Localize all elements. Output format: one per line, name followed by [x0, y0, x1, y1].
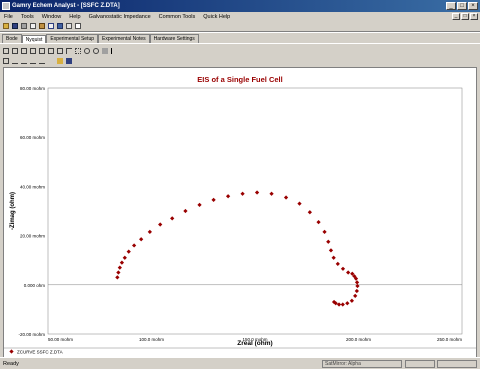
- menu-help[interactable]: Help: [65, 14, 84, 20]
- status-cell: [437, 360, 477, 368]
- zoom-icon[interactable]: [83, 47, 91, 55]
- print-plot-icon[interactable]: [101, 47, 109, 55]
- menu-window[interactable]: Window: [38, 14, 66, 20]
- legend-label: ZCURVE SSFC Z.DTA: [17, 350, 63, 355]
- curve-icon[interactable]: [29, 57, 37, 65]
- menu-tools[interactable]: Tools: [17, 14, 38, 20]
- main-toolbar: [0, 21, 480, 32]
- open-icon[interactable]: [2, 22, 10, 30]
- y-tick-label: 60.00 mohm: [20, 135, 45, 140]
- doc-restore-button[interactable]: □: [461, 13, 469, 20]
- plot-toolbar-1: [2, 46, 118, 55]
- y-tick-label: -20.00 mohm: [18, 332, 45, 337]
- zoom-out-icon[interactable]: [92, 47, 100, 55]
- disk-icon[interactable]: [65, 57, 73, 65]
- x-tick-label: 50.00 mohm: [48, 337, 73, 342]
- table-icon[interactable]: [29, 47, 37, 55]
- app-icon[interactable]: [2, 2, 10, 10]
- blank-icon[interactable]: [47, 57, 55, 65]
- y-tick-label: 20.00 mohm: [20, 234, 45, 239]
- legend-marker: [9, 349, 14, 354]
- plot-area: [47, 87, 463, 335]
- legend: ZCURVE SSFC Z.DTA: [9, 349, 63, 355]
- minimize-button[interactable]: _: [446, 2, 456, 10]
- document-window-controls: _ □ ×: [452, 13, 478, 20]
- status-text: Ready: [3, 360, 19, 367]
- legend-icon[interactable]: [56, 47, 64, 55]
- y-tick-label: 40.00 mohm: [20, 184, 45, 189]
- status-bar: Ready SatMirror: Alpha: [0, 357, 480, 369]
- y-tick-label: 80.00 mohm: [20, 86, 45, 91]
- move-icon[interactable]: [74, 47, 82, 55]
- doc-close-button[interactable]: ×: [470, 13, 478, 20]
- grid-icon[interactable]: [38, 47, 46, 55]
- x-axis-label: Zreal (ohm): [237, 340, 272, 347]
- y-axis-label: -Zimag (ohm): [10, 192, 16, 230]
- help-icon[interactable]: [74, 22, 82, 30]
- fit-icon[interactable]: [11, 57, 19, 65]
- tab-experimental-notes[interactable]: Experimental Notes: [98, 34, 150, 43]
- maximize-button[interactable]: □: [457, 2, 467, 10]
- window-title: Gamry Echem Analyst - [SSFC Z.DTA]: [12, 3, 120, 9]
- axis-icon[interactable]: [47, 47, 55, 55]
- nyquist-chart[interactable]: EIS of a Single Fuel Cell 80.00 mohm 60.0…: [3, 67, 477, 358]
- plot-toolbar-2: [2, 56, 73, 65]
- title-bar: Gamry Echem Analyst - [SSFC Z.DTA] _ □ ×: [0, 0, 480, 12]
- taskbar-item[interactable]: SatMirror: Alpha: [322, 360, 402, 368]
- menu-quick-help[interactable]: Quick Help: [199, 14, 234, 20]
- layout-icon[interactable]: [20, 47, 28, 55]
- report-icon[interactable]: [47, 22, 55, 30]
- copy-icon[interactable]: [29, 22, 37, 30]
- tab-experimental-setup[interactable]: Experimental Setup: [46, 34, 99, 43]
- tab-bode[interactable]: Bode: [2, 34, 22, 43]
- x-tick-label: 200.0 mohm: [346, 337, 371, 342]
- plot-menu-icon[interactable]: [11, 47, 19, 55]
- copy-plot-icon[interactable]: [2, 47, 10, 55]
- menu-common-tools[interactable]: Common Tools: [155, 14, 200, 20]
- nyquist-panel: EIS of a Single Fuel Cell 80.00 mohm 60.0…: [0, 43, 480, 358]
- chart-title: EIS of a Single Fuel Cell: [197, 75, 282, 84]
- line-icon[interactable]: [38, 57, 46, 65]
- text-icon[interactable]: [20, 57, 28, 65]
- tab-hardware-settings[interactable]: Hardware Settings: [149, 34, 199, 43]
- settings-icon[interactable]: [65, 22, 73, 30]
- status-cell: [405, 360, 435, 368]
- close-button[interactable]: ×: [468, 2, 478, 10]
- data-table-icon[interactable]: [2, 57, 10, 65]
- menu-file[interactable]: File: [0, 14, 17, 20]
- save-icon[interactable]: [11, 22, 19, 30]
- y-tick-label: 0.000 ohm: [24, 283, 46, 288]
- folder-icon[interactable]: [56, 57, 64, 65]
- cursor-icon[interactable]: [110, 47, 118, 55]
- tab-bar: Bode Nyquist Experimental Setup Experime…: [0, 33, 480, 44]
- chart-svg: EIS of a Single Fuel Cell 80.00 mohm 60.0…: [4, 75, 476, 355]
- x-tick-label: 100.0 mohm: [139, 337, 164, 342]
- paste-icon[interactable]: [38, 22, 46, 30]
- menu-bar: File Tools Window Help Galvanostatic Imp…: [0, 12, 480, 21]
- doc-minimize-button[interactable]: _: [452, 13, 460, 20]
- window-controls: _ □ ×: [446, 2, 478, 10]
- menu-galvanostatic-impedance[interactable]: Galvanostatic Impedance: [85, 14, 155, 20]
- select-arrow-icon[interactable]: [65, 47, 73, 55]
- export-icon[interactable]: [56, 22, 64, 30]
- x-tick-label: 250.0 mohm: [437, 337, 462, 342]
- print-icon[interactable]: [20, 22, 28, 30]
